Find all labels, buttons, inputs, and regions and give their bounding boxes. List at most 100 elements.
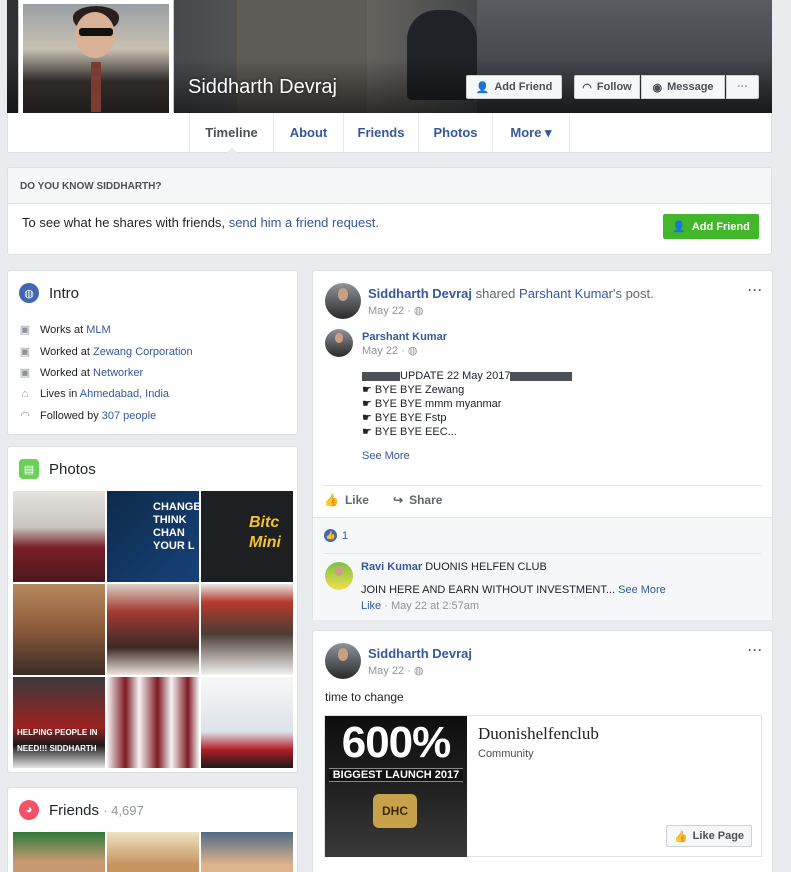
inner-post-date[interactable]: May 22 · ◍ (362, 344, 417, 357)
photos-title[interactable]: Photos (49, 461, 96, 478)
intro-row-prefix: Lives in (40, 388, 78, 400)
tab-more[interactable]: More ▾ (492, 113, 570, 152)
post-date[interactable]: May 22 · ◍ (368, 304, 423, 317)
page-logo: DHC (373, 794, 417, 828)
friend-request-prompt: DO YOU KNOW SIDDHARTH? To see what he sh… (7, 167, 772, 255)
photo-tile[interactable] (13, 584, 105, 675)
add-friend-button[interactable]: 👤 Add Friend (466, 75, 562, 99)
like-page-button[interactable]: 👍 Like Page (666, 825, 752, 847)
reactions-summary[interactable]: 👍 1 (324, 529, 348, 542)
author-avatar[interactable] (325, 283, 361, 319)
page-image-subline: BIGGEST LAUNCH 2017 (329, 768, 463, 782)
share-button[interactable]: ↪ Share (393, 493, 442, 507)
intro-row-work: ▣ Worked at Networker (18, 366, 143, 380)
prompt-header: DO YOU KNOW SIDDHARTH? (8, 168, 771, 204)
friends-title-label[interactable]: Friends (49, 802, 99, 819)
like-label: Like (344, 493, 369, 507)
photo-tile[interactable] (201, 677, 293, 768)
intro-row-link[interactable]: Ahmedabad, India (80, 388, 169, 400)
intro-row-prefix: Worked at (40, 366, 90, 379)
inner-post-text: UPDATE 22 May 2017 (400, 370, 511, 382)
intro-title: Intro (49, 285, 80, 302)
commenter-avatar[interactable] (325, 562, 353, 590)
add-friend-label: Add Friend (494, 81, 553, 93)
comments-area: 👍 1 Ravi Kumar DUONIS HELFEN CLUB JOIN H… (313, 517, 772, 620)
post-date-text: May 22 · (368, 305, 411, 317)
intro-row-link[interactable]: Networker (93, 367, 143, 379)
intro-row-work: ▣ Works at MLM (18, 323, 111, 337)
thumbs-up-icon: 👍 (673, 830, 688, 843)
tab-about[interactable]: About (273, 113, 343, 152)
post-author-link[interactable]: Siddharth Devraj (368, 646, 472, 661)
inner-post-header: Parshant Kumar (362, 329, 447, 343)
intro-row-prefix: Followed by (40, 409, 99, 422)
inner-post-line: ☛ BYE BYE EEC... (362, 426, 457, 438)
photo-tile[interactable]: Bitc Mini (201, 491, 293, 582)
page-image-headline: 600% (341, 718, 452, 767)
post-options-icon[interactable]: ··· (748, 643, 763, 657)
intro-row-work: ▣ Worked at Zewang Corporation (18, 345, 193, 359)
friends-title: Friends · 4,697 (49, 802, 144, 819)
post-author-link[interactable]: Siddharth Devraj (368, 286, 472, 301)
friend-photo[interactable] (13, 832, 105, 872)
photo-tile[interactable] (13, 491, 105, 582)
send-friend-request-link[interactable]: send him a friend request. (229, 215, 379, 230)
post-options-icon[interactable]: ··· (748, 283, 763, 297)
comment-actions: Like · May 22 at 2:57am (361, 600, 479, 612)
message-button[interactable]: ◉ Message (641, 75, 725, 99)
tab-timeline[interactable]: Timeline (189, 113, 273, 153)
page-attachment[interactable]: 600% BIGGEST LAUNCH 2017 DHC Duonishelfe… (324, 715, 762, 857)
intro-card: ◍ Intro ▣ Works at MLM ▣ Worked at Zewan… (7, 270, 298, 435)
photo-tile[interactable]: CHANGE THINK CHAN YOUR L (107, 491, 199, 582)
divider (323, 485, 762, 486)
add-friend-green-button[interactable]: 👤 Add Friend (663, 214, 759, 239)
home-icon: ⌂ (21, 388, 29, 400)
see-more-link[interactable]: See More (362, 450, 410, 462)
comment-see-more-link[interactable]: See More (618, 584, 666, 596)
inner-author-link[interactable]: Parshant Kumar (362, 331, 447, 343)
photo-tile[interactable]: HELPING PEOPLE IN NEED!!! SIDDHARTH (13, 677, 105, 768)
inner-post-line: ☛ BYE BYE Zewang (362, 384, 465, 396)
author-avatar[interactable] (325, 643, 361, 679)
inner-post-body: UPDATE 22 May 2017 ☛ BYE BYE Zewang ☛ BY… (362, 369, 573, 439)
intro-row-link[interactable]: 307 people (102, 410, 156, 422)
profile-name[interactable]: Siddharth Devraj (188, 76, 337, 99)
original-author-link[interactable]: Parshant Kumar (519, 286, 613, 301)
briefcase-icon: ▣ (19, 367, 31, 379)
photo-tile-text: HELPING PEOPLE IN NEED!!! SIDDHARTH (17, 728, 98, 753)
intro-row-link[interactable]: Zewang Corporation (93, 346, 193, 358)
friends-icon: ◕ (19, 800, 39, 820)
friends-card: ◕ Friends · 4,697 (7, 787, 298, 872)
like-count: 1 (342, 529, 349, 542)
commenter-link[interactable]: Ravi Kumar (361, 561, 422, 573)
photo-tile[interactable] (107, 584, 199, 675)
post: Siddharth Devraj May 22 · ◍ ··· time to … (312, 630, 773, 872)
photo-tile[interactable] (107, 677, 199, 768)
rss-icon: ◠ (20, 410, 30, 422)
page-name[interactable]: Duonishelfenclub (478, 724, 599, 744)
comment-time[interactable]: · May 22 at 2:57am (384, 600, 479, 612)
friend-photo[interactable] (201, 832, 293, 872)
profile-tabs: Timeline About Friends Photos More ▾ (7, 113, 772, 153)
like-button[interactable]: 👍 Like (324, 493, 369, 507)
intro-row-link[interactable]: MLM (86, 324, 110, 336)
page-image[interactable]: 600% BIGGEST LAUNCH 2017 DHC (325, 716, 467, 857)
inner-author-avatar[interactable] (325, 329, 353, 357)
tab-friends[interactable]: Friends (343, 113, 418, 152)
follow-button[interactable]: ◠ Follow (574, 75, 640, 99)
photo-tile[interactable] (201, 584, 293, 675)
comment-like-link[interactable]: Like (361, 600, 381, 612)
photos-card: ▤ Photos CHANGE THINK CHAN YOUR L Bitc M… (7, 446, 298, 773)
emoji-blocks-icon (362, 371, 400, 381)
like-page-label: Like Page (692, 830, 745, 842)
rss-icon: ◠ (582, 81, 592, 94)
more-options-button[interactable]: ··· (726, 75, 759, 99)
post-date[interactable]: May 22 · ◍ (368, 664, 423, 677)
prompt-text: To see what he shares with friends, send… (22, 215, 379, 230)
friend-photo[interactable] (107, 832, 199, 872)
comment-tag: DUONIS HELFEN CLUB (425, 561, 547, 573)
inner-post-line: ☛ BYE BYE Fstp (362, 412, 447, 424)
tab-photos[interactable]: Photos (418, 113, 492, 152)
intro-row-followers: ◠ Followed by 307 people (18, 409, 156, 423)
thumbs-up-icon: 👍 (324, 493, 339, 507)
